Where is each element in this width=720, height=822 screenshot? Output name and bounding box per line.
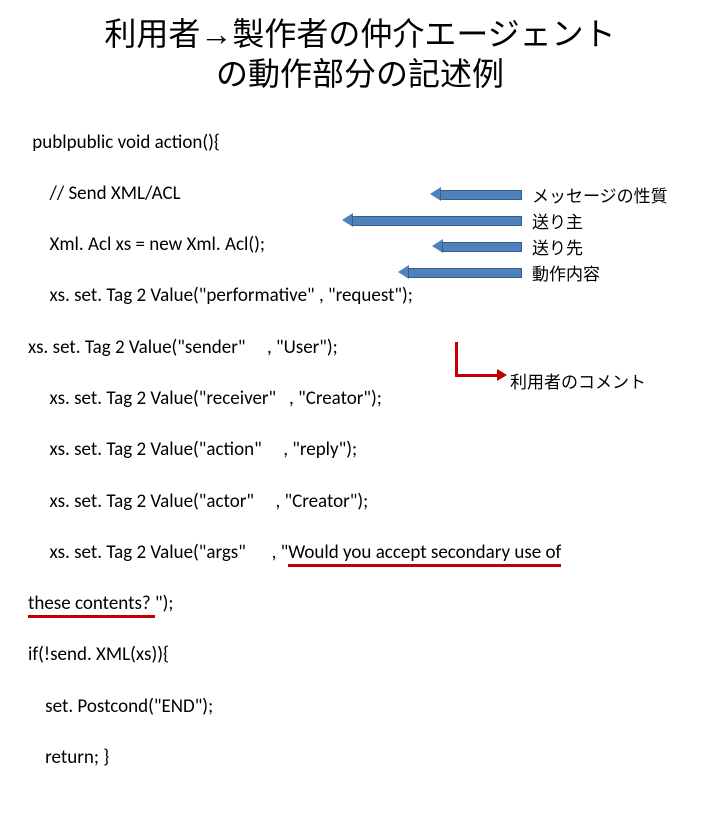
code-frag: xs. set. Tag 2 Value("args" , " (28, 541, 288, 564)
code-line: set. Postcond("END"); (28, 694, 692, 720)
underlined-text: these contents? (28, 592, 155, 618)
slide: 利用者→製作者の仲介エージェント の動作部分の記述例 publpublic vo… (0, 0, 720, 540)
arrow-left-icon (342, 213, 522, 227)
code-line: these contents? "); (28, 591, 692, 617)
code-line: Xml. Acl xs = new Xml. Acl(); (28, 232, 692, 258)
code-block: publpublic void action(){ // Send XML/AC… (28, 104, 692, 822)
arrow-left-icon (398, 265, 522, 279)
title-line-1: 利用者→製作者の仲介エージェント (104, 16, 615, 52)
code-line: xs. set. Tag 2 Value("args" , "Would you… (28, 540, 692, 566)
annotation-label: 送り主 (532, 208, 583, 233)
code-line: return; } (28, 745, 692, 771)
code-line: xs. set. Tag 2 Value("action" , "reply")… (28, 437, 692, 463)
annotation-label: 利用者のコメント (510, 368, 646, 393)
code-frag: "); (155, 592, 173, 615)
annotation-label: 動作内容 (532, 260, 600, 285)
code-line: xs. set. Tag 2 Value("sender" , "User"); (28, 335, 692, 361)
underlined-text: Would you accept secondary use of (288, 541, 561, 567)
annotation-label: メッセージの性質 (532, 182, 668, 207)
arrow-left-icon (432, 239, 522, 253)
code-line: publpublic void action(){ (28, 130, 692, 156)
title-line-2: の動作部分の記述例 (216, 56, 504, 92)
slide-title: 利用者→製作者の仲介エージェント の動作部分の記述例 (28, 14, 692, 94)
annotation-label: 送り先 (532, 234, 583, 259)
code-line: xs. set. Tag 2 Value("performative" , "r… (28, 283, 692, 309)
arrow-left-icon (430, 187, 522, 201)
code-line: xs. set. Tag 2 Value("actor" , "Creator"… (28, 489, 692, 515)
code-line: if(!send. XML(xs)){ (28, 642, 692, 668)
